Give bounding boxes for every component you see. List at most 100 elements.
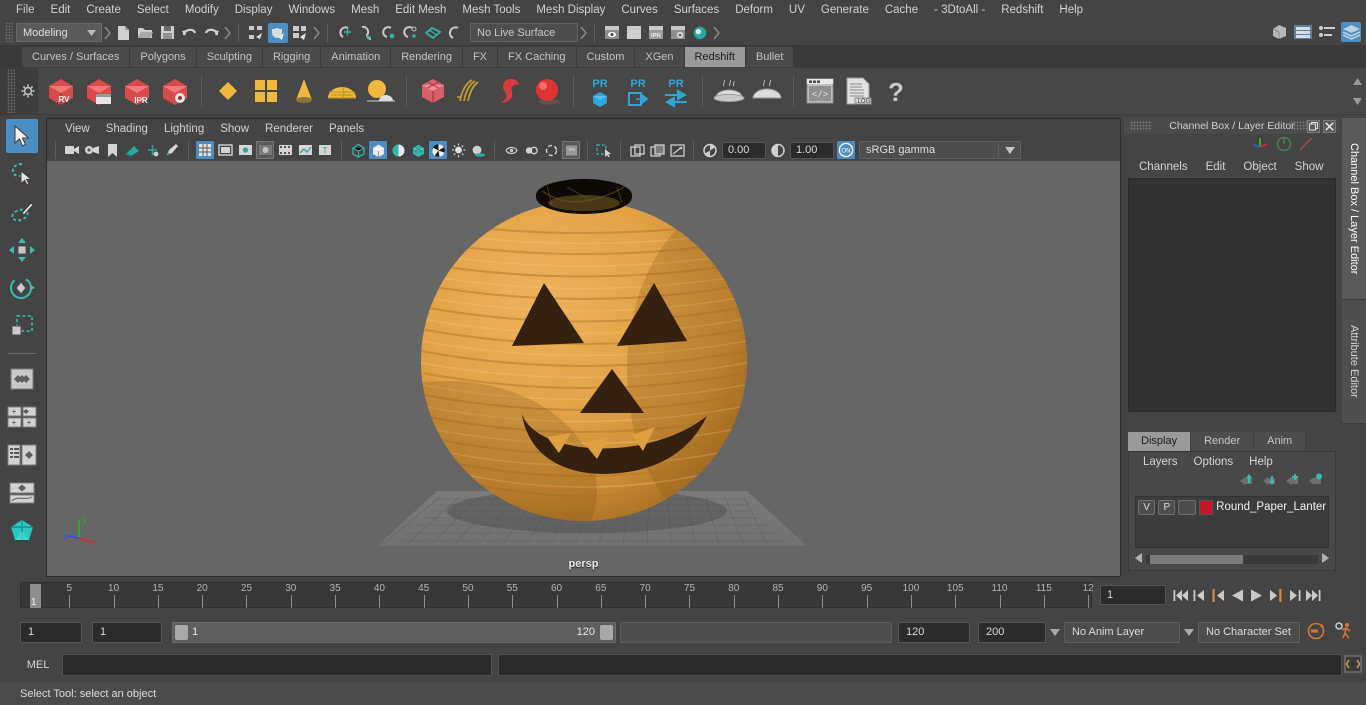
image-plane-icon[interactable]	[123, 141, 141, 159]
menu-3dtoall[interactable]: - 3DtoAll -	[926, 0, 993, 20]
snap-to-view-plane-icon[interactable]	[423, 23, 443, 43]
menu-surfaces[interactable]: Surfaces	[666, 0, 727, 20]
scene-lights-icon[interactable]	[449, 141, 467, 159]
layer-tab-render[interactable]: Render	[1191, 432, 1255, 451]
create-new-layer-icon[interactable]	[1285, 473, 1300, 489]
make-live-icon[interactable]	[445, 23, 465, 43]
scale-tool[interactable]	[6, 309, 38, 343]
menu-cache[interactable]: Cache	[877, 0, 926, 20]
shelf-scroll-arrows[interactable]	[1350, 71, 1364, 111]
shelf-tab-polygons[interactable]: Polygons	[130, 47, 197, 67]
redshift-help-icon[interactable]: ?	[878, 71, 914, 111]
shaded-wireframe-icon[interactable]	[389, 141, 407, 159]
layer-menu-layers[interactable]: Layers	[1135, 452, 1186, 472]
render-sequence-icon[interactable]	[624, 23, 644, 43]
menu-uv[interactable]: UV	[781, 0, 813, 20]
scroll-left-icon[interactable]	[1135, 553, 1143, 565]
layer-shading-toggle[interactable]	[1178, 499, 1196, 515]
menu-mesh-tools[interactable]: Mesh Tools	[454, 0, 528, 20]
create-layer-from-selected-icon[interactable]	[1308, 473, 1323, 489]
step-forward-frame-icon[interactable]	[1267, 584, 1283, 606]
sidebar-toggle-modeling-toolkit-icon[interactable]	[1269, 22, 1289, 42]
channel-box-menu-object[interactable]: Object	[1234, 156, 1285, 178]
range-slider-extension[interactable]	[620, 621, 892, 643]
film-gate-icon[interactable]	[216, 141, 234, 159]
anim-start-field[interactable]: 1	[20, 621, 82, 643]
texture-hw-icon[interactable]	[628, 141, 646, 159]
range-slider[interactable]: 1 120	[172, 621, 616, 643]
render-settings-icon[interactable]	[668, 23, 688, 43]
curve-indicator-icon[interactable]	[1298, 136, 1314, 155]
layer-name[interactable]: Round_Paper_Lantern_	[1216, 501, 1326, 513]
select-camera-icon[interactable]	[63, 141, 81, 159]
scroll-thumb[interactable]	[1150, 554, 1243, 564]
snap-to-curve-icon[interactable]	[357, 23, 377, 43]
redshift-dome-light-icon[interactable]	[324, 71, 360, 111]
gate-mask-icon[interactable]	[256, 141, 274, 159]
live-surface-field[interactable]: No Live Surface	[470, 23, 578, 42]
step-back-keyframe-icon[interactable]	[1191, 584, 1207, 606]
character-set-select[interactable]: No Character Set	[1198, 621, 1300, 643]
menu-set-selector[interactable]: Modeling	[16, 23, 102, 42]
move-layer-down-icon[interactable]	[1262, 473, 1277, 489]
menu-redshift[interactable]: Redshift	[993, 0, 1051, 20]
menu-windows[interactable]: Windows	[280, 0, 343, 20]
channel-box-attribute-list[interactable]	[1128, 178, 1336, 412]
redshift-hair-icon[interactable]	[453, 71, 489, 111]
shelf-tab-curves-surfaces[interactable]: Curves / Surfaces	[22, 47, 131, 67]
gamma-control-icon[interactable]	[769, 141, 787, 159]
current-frame-field[interactable]: 1	[1100, 585, 1166, 605]
layer-menu-help[interactable]: Help	[1241, 452, 1281, 472]
lasso-select-tool[interactable]	[6, 157, 38, 191]
undo-icon[interactable]	[179, 23, 199, 43]
channel-box-menu-channels[interactable]: Channels	[1130, 156, 1197, 178]
panel-undock-icon[interactable]	[1307, 119, 1320, 133]
open-scene-icon[interactable]	[135, 23, 155, 43]
two-d-pan-zoom-icon[interactable]	[143, 141, 161, 159]
bookmark-icon[interactable]	[103, 141, 121, 159]
hypershade-icon[interactable]	[690, 23, 710, 43]
save-scene-icon[interactable]	[157, 23, 177, 43]
snap-to-projected-center-icon[interactable]	[401, 23, 421, 43]
play-backwards-icon[interactable]	[1229, 584, 1245, 606]
axis-indicator-icon[interactable]	[1252, 136, 1270, 155]
hw-fog-icon[interactable]	[648, 141, 666, 159]
shelf-tab-sculpting[interactable]: Sculpting	[196, 47, 263, 67]
shelf-tab-xgen[interactable]: XGen	[635, 47, 685, 67]
wireframe-shading-icon[interactable]	[349, 141, 367, 159]
redshift-pr-object-icon[interactable]: PR	[582, 71, 618, 111]
render-current-frame-icon[interactable]	[602, 23, 622, 43]
panel-grip-left[interactable]	[1130, 121, 1152, 131]
bonus-tools-icon[interactable]	[6, 514, 38, 548]
shelf-tab-rigging[interactable]: Rigging	[262, 47, 322, 67]
menu-select[interactable]: Select	[129, 0, 177, 20]
menu-mesh-display[interactable]: Mesh Display	[528, 0, 613, 20]
smooth-shading-icon[interactable]	[369, 141, 387, 159]
gamma-field[interactable]: 1.00	[790, 141, 834, 159]
shelf-tab-fx-caching[interactable]: FX Caching	[498, 47, 577, 67]
auto-key-icon[interactable]	[1306, 621, 1326, 644]
anim-end-field[interactable]: 200	[978, 621, 1046, 643]
menu-deform[interactable]: Deform	[727, 0, 781, 20]
anim-layer-chevron-down-icon[interactable]	[1048, 628, 1062, 636]
resolution-gate-icon[interactable]	[236, 141, 254, 159]
scroll-track[interactable]	[1146, 554, 1318, 564]
new-scene-icon[interactable]	[113, 23, 133, 43]
menu-modify[interactable]: Modify	[177, 0, 227, 20]
step-forward-keyframe-icon[interactable]	[1286, 584, 1302, 606]
texture-shading-icon[interactable]	[409, 141, 427, 159]
rotate-tool[interactable]	[6, 271, 38, 305]
manipulator-toggle-icon[interactable]	[1276, 136, 1292, 155]
range-end-field[interactable]: 120	[898, 621, 970, 643]
exposure-field[interactable]: 0.00	[722, 141, 766, 159]
exposure-control-icon[interactable]	[701, 141, 719, 159]
text-overlay-icon[interactable]: T	[316, 141, 334, 159]
redshift-pr-export-icon[interactable]: PR	[620, 71, 656, 111]
menu-edit-mesh[interactable]: Edit Mesh	[387, 0, 454, 20]
film-gate-display-icon[interactable]	[276, 141, 294, 159]
menu-edit[interactable]: Edit	[43, 0, 79, 20]
isolate-select-icon[interactable]	[595, 141, 613, 159]
range-slider-left-handle[interactable]	[175, 624, 188, 640]
shelf-tab-bullet[interactable]: Bullet	[745, 47, 795, 67]
viewport-menu-lighting[interactable]: Lighting	[156, 119, 212, 139]
